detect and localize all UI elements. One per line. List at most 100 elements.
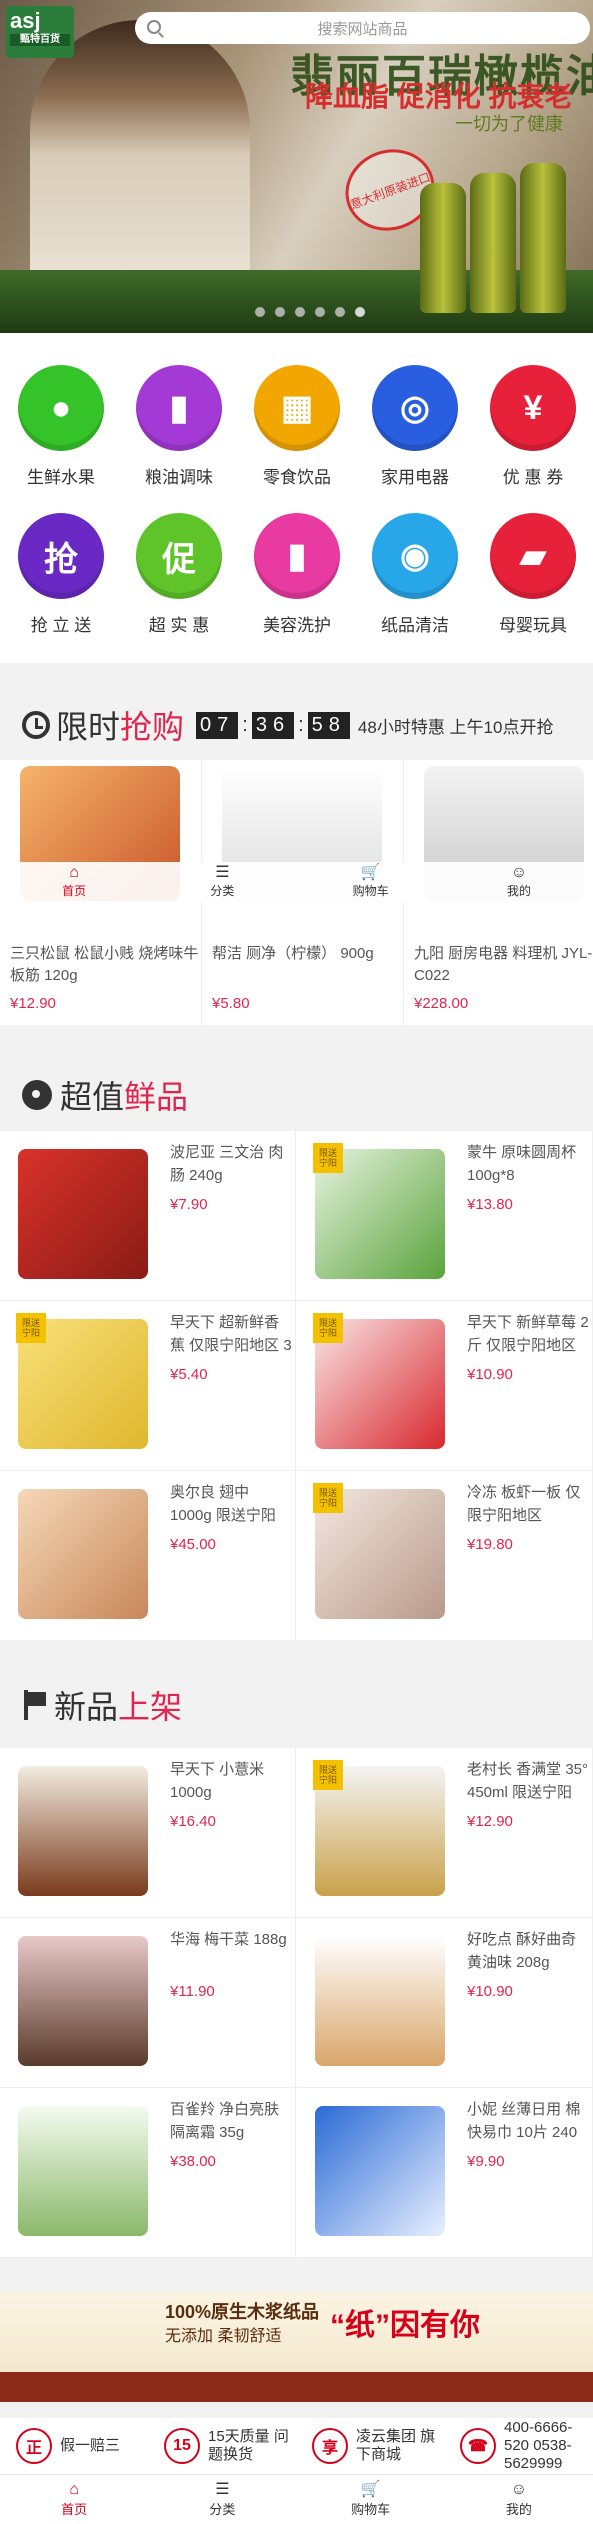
product-image	[315, 2106, 445, 2236]
site-logo[interactable]: asj 甄特百货	[6, 6, 74, 58]
promo-icon: 促	[136, 513, 222, 599]
category-label: 美容洗护	[263, 616, 331, 635]
tab-label: 首页	[61, 2502, 88, 2517]
ad-line-1: 100%原生木浆纸品	[165, 2302, 320, 2322]
product-card[interactable]: 限送宁阳 早天下 新鲜草莓 2斤 仅限宁阳地区 ¥10.90	[297, 1301, 593, 1471]
delivery-tag: 限送宁阳	[16, 1313, 46, 1343]
product-price: ¥19.80	[467, 1536, 513, 1553]
overlay-tab-1[interactable]: ☰ 分类	[148, 862, 296, 902]
product-name: 早天下 超新鲜香蕉 仅限宁阳地区 3斤	[170, 1314, 292, 1354]
product-name: 小妮 丝薄日用 棉快易巾 10片 240	[467, 2101, 581, 2141]
paper-ad-banner[interactable]: 100%原生木浆纸品 无添加 柔韧舒适 “纸”因有你	[0, 2292, 593, 2402]
product-price: ¥5.40	[170, 1366, 208, 1383]
carousel-dot[interactable]	[275, 307, 285, 317]
product-price: ¥38.00	[170, 2153, 216, 2170]
clock-icon	[22, 711, 50, 739]
fresh-grid: 波尼亚 三文治 肉肠 240g ¥7.90 限送宁阳 蒙牛 原味圆周杯 100g*8 ¥…	[0, 1131, 593, 1641]
flag-icon	[22, 1690, 46, 1720]
category-tissue-roll[interactable]: ◉ 纸品清洁	[356, 513, 474, 636]
product-name: 帮洁 厕净（柠檬） 900g	[212, 945, 374, 962]
logo-subtext: 甄特百货	[10, 34, 70, 46]
flash-note: 48小时特惠 上午10点开抢	[357, 717, 554, 737]
product-card[interactable]: 好吃点 酥好曲奇 黄油味 208g ¥10.90	[297, 1918, 593, 2088]
carousel-dots[interactable]	[255, 307, 365, 317]
oil-bottle-image	[420, 183, 466, 313]
tab-2[interactable]: 🛒 购物车	[297, 2475, 445, 2524]
oil-bottle-image	[520, 163, 566, 313]
category-baby-bottle[interactable]: ▰ 母婴玩具	[474, 513, 592, 636]
grab-icon: 抢	[18, 513, 104, 599]
service-icon: 正	[16, 2428, 52, 2464]
product-name: 早天下 小薏米 1000g	[170, 1761, 265, 1801]
flash-sale-header: 限时 抢购 07: 36: 58 48小时特惠 上午10点开抢	[0, 680, 593, 770]
product-card[interactable]: 百雀羚 净白亮肤隔离霜 35g ¥38.00	[0, 2088, 296, 2258]
overlay-tab-3[interactable]: ☺ 我的	[445, 862, 593, 902]
category-bottle[interactable]: ▮ 美容洗护	[238, 513, 356, 636]
service-text: 400-6666-520 0538-5629999	[504, 2419, 573, 2472]
product-price: ¥11.90	[170, 1983, 215, 2000]
category-promo[interactable]: 促超 实 惠	[120, 513, 238, 636]
carousel-dot[interactable]	[335, 307, 345, 317]
tab-3[interactable]: ☺ 我的	[445, 2475, 593, 2524]
delivery-tag: 限送宁阳	[313, 1483, 343, 1513]
product-price: ¥7.90	[170, 1196, 208, 1213]
ad-line-3: “纸”因有你	[330, 2309, 480, 2342]
fresh-title-a: 超值	[60, 1079, 125, 1115]
baby-bottle-icon: ▰	[490, 513, 576, 599]
carousel-dot[interactable]	[355, 307, 365, 317]
tab-label: 首页	[62, 884, 87, 898]
product-card[interactable]: 小妮 丝薄日用 棉快易巾 10片 240 ¥9.90	[297, 2088, 593, 2258]
product-price: ¥12.90	[467, 1813, 513, 1830]
product-name: 九阳 厨房电器 料理机 JYL-C022	[414, 945, 593, 984]
tab-label: 购物车	[352, 884, 389, 898]
apple-icon: ●	[18, 365, 104, 451]
category-apple[interactable]: ● 生鲜水果	[2, 365, 120, 488]
tab-0[interactable]: ⌂ 首页	[0, 2475, 148, 2524]
service-item: 15 15天质量 问题换货	[148, 2428, 296, 2464]
overlay-tab-2[interactable]: 🛒 购物车	[297, 862, 445, 902]
tab-icon: ☺	[510, 2481, 528, 2498]
product-card[interactable]: 限送宁阳 老村长 香满堂 35° 450ml 限送宁阳 ¥12.90	[297, 1748, 593, 1918]
product-card[interactable]: 限送宁阳 蒙牛 原味圆周杯 100g*8 ¥13.80	[297, 1131, 593, 1301]
new-title-b: 上架	[118, 1689, 183, 1725]
carousel-dot[interactable]	[295, 307, 305, 317]
product-price: ¥13.80	[467, 1196, 513, 1213]
service-item: 正假一赔三	[0, 2428, 148, 2464]
product-card[interactable]: 限送宁阳 冷冻 板虾一板 仅限宁阳地区 ¥19.80	[297, 1471, 593, 1641]
product-name: 华海 梅干菜 188g	[170, 1931, 287, 1948]
carousel-dot[interactable]	[255, 307, 265, 317]
product-name: 老村长 香满堂 35° 450ml 限送宁阳	[467, 1761, 589, 1801]
product-card[interactable]: 限送宁阳 早天下 超新鲜香蕉 仅限宁阳地区 3斤 ¥5.40	[0, 1301, 296, 1471]
tab-icon: ☰	[215, 2481, 230, 2498]
product-card[interactable]: 华海 梅干菜 188g ¥11.90	[0, 1918, 296, 2088]
category-oil-bottle[interactable]: ▮ 粮油调味	[120, 365, 238, 488]
service-strip: 正假一赔三 15 15天质量 问题换货享凌云集团 旗下商城 ☎ 400-6666-520…	[0, 2418, 593, 2474]
search-input[interactable]: 搜索网站商品	[135, 12, 590, 44]
service-icon: 享	[312, 2428, 348, 2464]
product-card[interactable]: 波尼亚 三文治 肉肠 240g ¥7.90	[0, 1131, 296, 1301]
category-washer[interactable]: ◎ 家用电器	[356, 365, 474, 488]
hero-banner[interactable]: 翡丽百瑞橄榄油 降血脂 促消化 抗衰老 一切为了健康 意大利原装进口	[0, 0, 593, 333]
product-image	[18, 2106, 148, 2236]
carousel-dot[interactable]	[315, 307, 325, 317]
product-card[interactable]: 早天下 小薏米 1000g ¥16.40	[0, 1748, 296, 1918]
snack-icon: ▦	[254, 365, 340, 451]
product-card[interactable]: 奥尔良 翅中 1000g 限送宁阳 ¥45.00	[0, 1471, 296, 1641]
category-snack[interactable]: ▦ 零食饮品	[238, 365, 356, 488]
overlay-tab-0[interactable]: ⌂ 首页	[0, 862, 148, 902]
product-name: 三只松鼠 松鼠小贱 烧烤味牛板筋 120g	[10, 945, 199, 984]
tab-icon: ⌂	[69, 864, 79, 881]
product-image	[315, 1936, 445, 2066]
product-name: 奥尔良 翅中 1000g 限送宁阳	[170, 1484, 276, 1524]
category-label: 母婴玩具	[499, 616, 567, 635]
category-grab[interactable]: 抢抢 立 送	[2, 513, 120, 636]
product-price: ¥10.90	[467, 1983, 513, 2000]
fresh-title-b: 鲜品	[124, 1079, 189, 1115]
tab-icon: ☺	[510, 864, 528, 881]
tab-1[interactable]: ☰ 分类	[148, 2475, 296, 2524]
tab-icon: 🛒	[360, 2481, 381, 2498]
category-coupon[interactable]: ¥ 优 惠 券	[474, 365, 592, 488]
service-icon: ☎	[460, 2428, 496, 2464]
flash-title-a: 限时	[56, 709, 121, 745]
banner-slogan: 一切为了健康	[455, 114, 563, 134]
